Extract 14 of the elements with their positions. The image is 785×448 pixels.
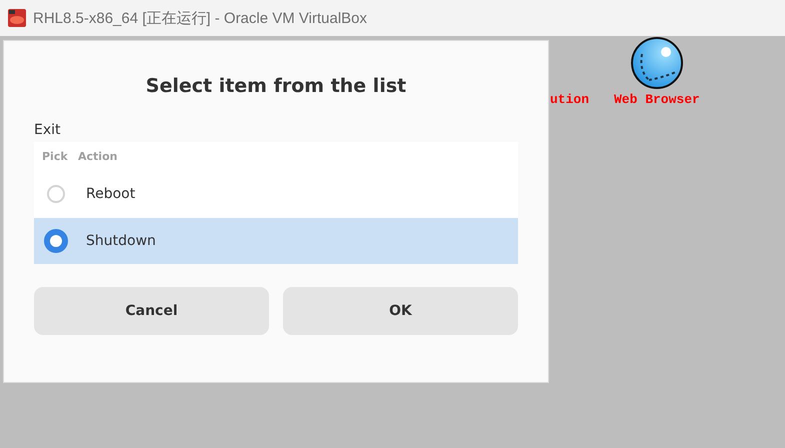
- app-icon: [7, 8, 27, 28]
- prompt-label: Exit: [34, 122, 62, 140]
- column-header: Action: [78, 150, 118, 162]
- list-row[interactable]: Reboot: [34, 170, 518, 218]
- column-header: Pick: [41, 150, 69, 162]
- action-label: Reboot: [86, 186, 136, 202]
- window-title: RHL8.5-x86_64 [正在运行] - Oracle VM VirtualBox: [33, 8, 368, 28]
- ok-button[interactable]: OK: [283, 287, 518, 335]
- dialog-title: Select item from the list: [144, 75, 408, 99]
- cancel-button[interactable]: Cancel: [34, 287, 269, 335]
- list-row[interactable]: Shutdown: [34, 218, 518, 264]
- action-label: Shutdown: [86, 233, 156, 249]
- radio-button[interactable]: [44, 229, 68, 253]
- globe-icon[interactable]: [628, 36, 685, 90]
